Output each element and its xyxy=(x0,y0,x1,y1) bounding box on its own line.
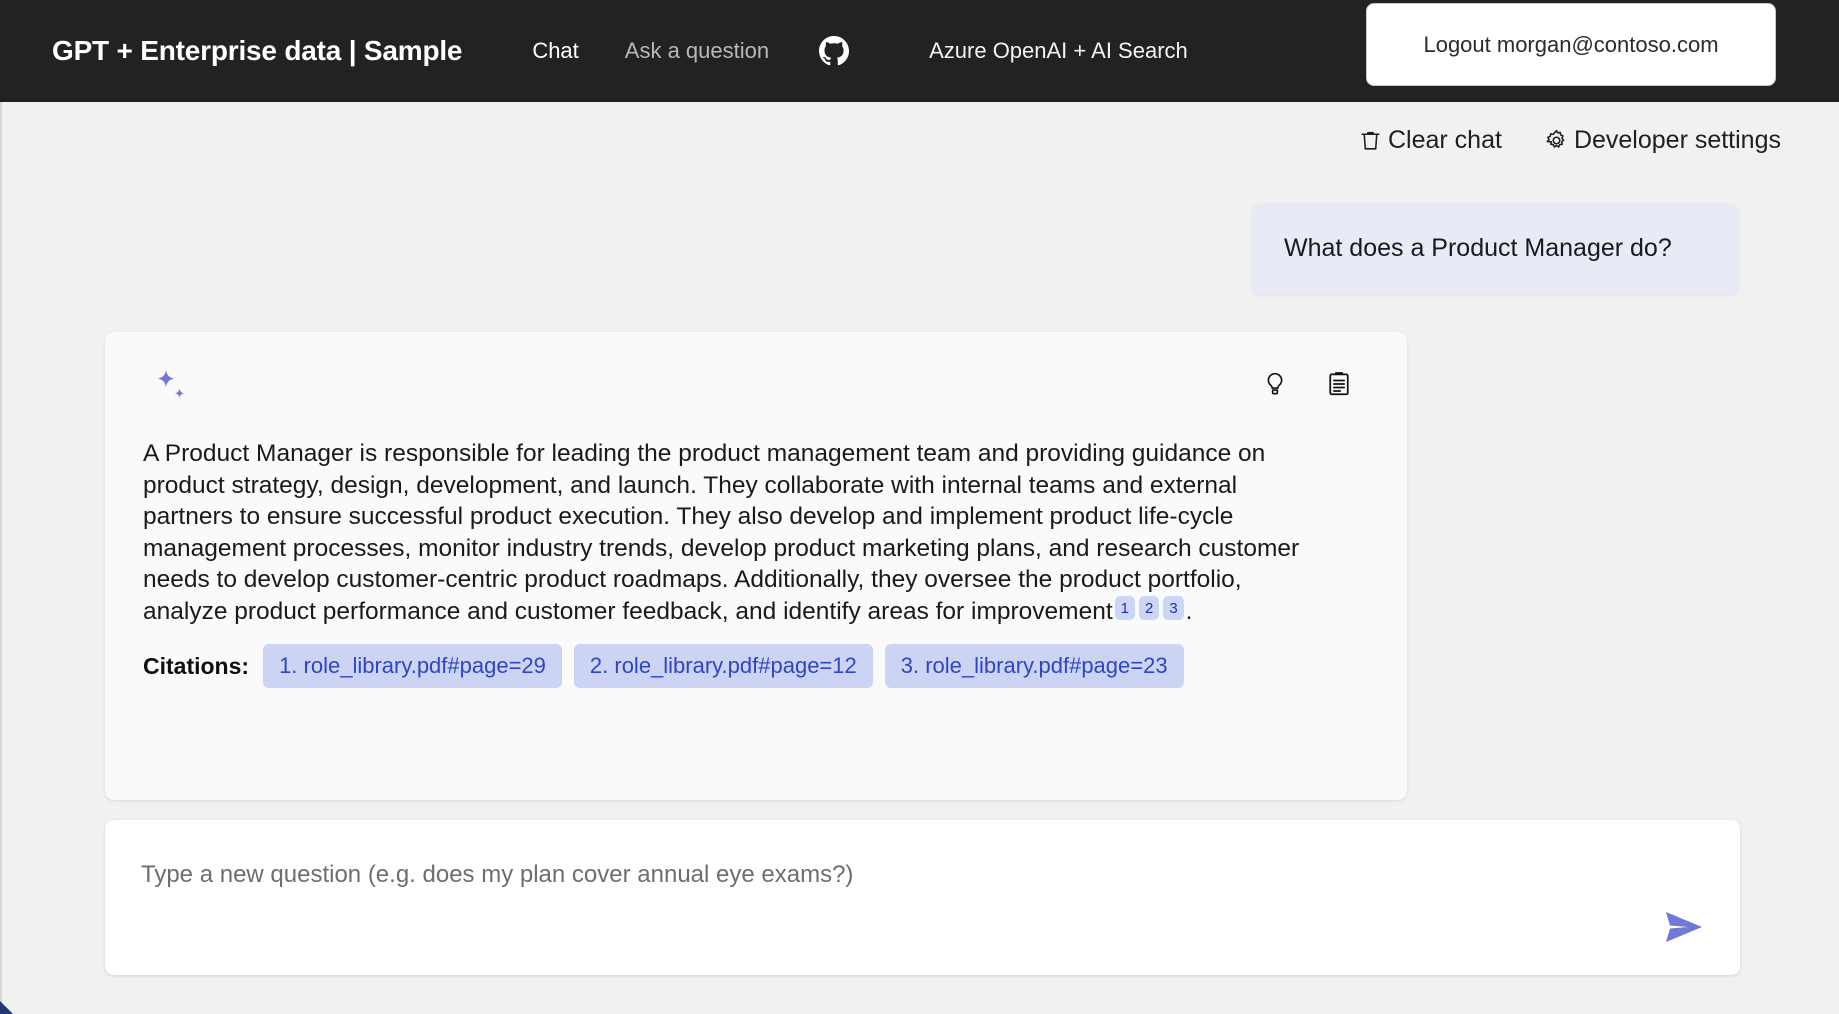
header-subtitle: Azure OpenAI + AI Search xyxy=(929,38,1188,63)
nav-link-chat[interactable]: Chat xyxy=(530,34,580,68)
app-root: GPT + Enterprise data | Sample Chat Ask … xyxy=(0,0,1839,1014)
answer-card: A Product Manager is responsible for lea… xyxy=(105,332,1407,800)
citation-pill-2[interactable]: 2. role_library.pdf#page=12 xyxy=(573,644,873,688)
inline-citation-2[interactable]: 2 xyxy=(1138,595,1160,620)
corner-marker xyxy=(0,1001,13,1014)
clear-chat-label: Clear chat xyxy=(1387,126,1502,154)
sparkle-icon xyxy=(151,366,193,413)
answer-actions xyxy=(1261,370,1353,398)
citations-row: Citations: 1. role_library.pdf#page=29 2… xyxy=(143,644,1196,688)
question-input-container[interactable]: Type a new question (e.g. does my plan c… xyxy=(105,820,1740,975)
header-nav: Chat Ask a question xyxy=(530,34,771,68)
answer-text: A Product Manager is responsible for lea… xyxy=(141,438,1371,628)
github-icon[interactable] xyxy=(819,36,850,66)
developer-settings-button[interactable]: Developer settings xyxy=(1544,126,1781,155)
left-divider xyxy=(0,102,2,1014)
clipboard-icon xyxy=(1325,372,1353,401)
developer-settings-label: Developer settings xyxy=(1573,126,1781,154)
clear-chat-button[interactable]: Clear chat xyxy=(1358,126,1502,155)
citation-pill-1[interactable]: 1. role_library.pdf#page=29 xyxy=(263,644,562,688)
question-input-placeholder: Type a new question (e.g. does my plan c… xyxy=(141,861,854,888)
answer-card-header xyxy=(141,362,1371,420)
send-icon xyxy=(1661,912,1707,950)
page-title: GPT + Enterprise data | Sample xyxy=(52,35,463,66)
user-message-bubble: What does a Product Manager do? xyxy=(1252,203,1739,295)
inline-citation-1[interactable]: 1 xyxy=(1114,595,1135,620)
gear-icon xyxy=(1544,128,1569,153)
nav-link-ask-a-question[interactable]: Ask a question xyxy=(623,34,771,68)
user-message-text: What does a Product Manager do? xyxy=(1284,234,1672,263)
lightbulb-icon xyxy=(1261,372,1289,401)
citations-label: Citations: xyxy=(143,652,250,679)
command-bar: Clear chat Developer settings xyxy=(1358,126,1781,155)
thought-process-button[interactable] xyxy=(1261,370,1289,398)
supporting-content-button[interactable] xyxy=(1325,370,1353,398)
logout-button[interactable]: Logout morgan@contoso.com xyxy=(1366,3,1776,86)
answer-text-trailing: . xyxy=(1185,597,1193,625)
trash-icon xyxy=(1358,128,1383,153)
app-header: GPT + Enterprise data | Sample Chat Ask … xyxy=(0,0,1839,102)
send-question-button[interactable] xyxy=(1658,903,1710,951)
citation-pill-3[interactable]: 3. role_library.pdf#page=23 xyxy=(884,644,1184,688)
inline-citation-3[interactable]: 3 xyxy=(1163,595,1184,620)
